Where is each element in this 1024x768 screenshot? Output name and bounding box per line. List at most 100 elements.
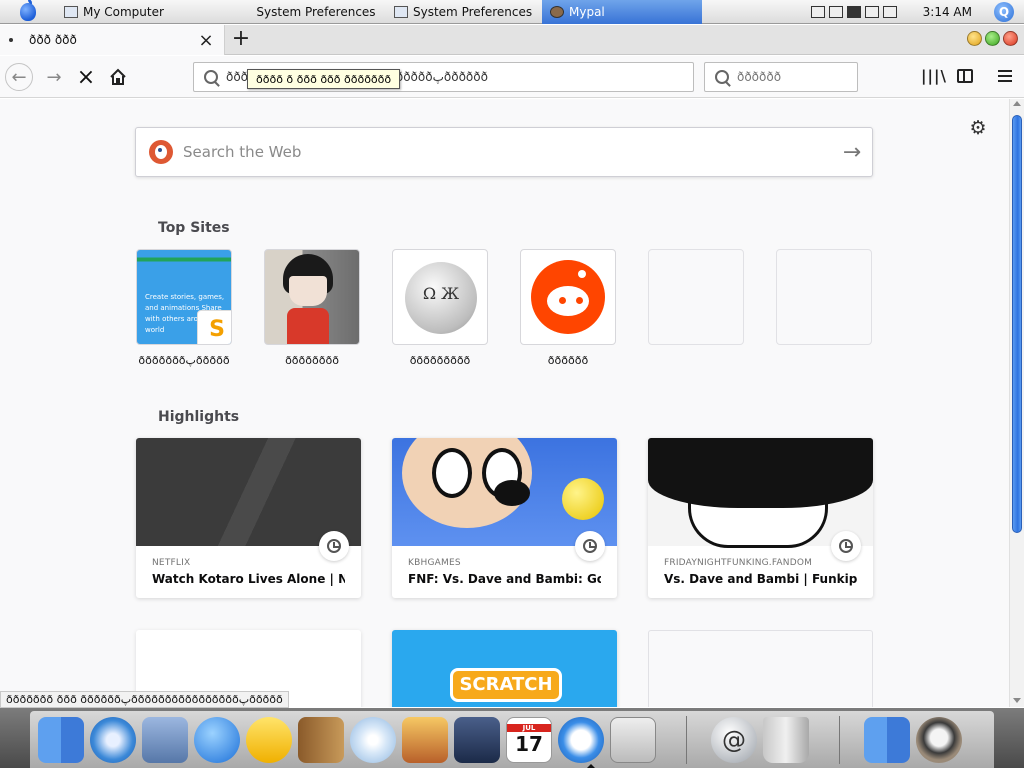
- taskbar-label: Mypal: [569, 4, 605, 19]
- finder-icon[interactable]: [864, 716, 910, 763]
- tab-active[interactable]: ððð ððð ×: [0, 25, 225, 55]
- ical-month: JUL: [507, 723, 551, 732]
- new-tab-page: ⚙ Search the Web → Top Sites Create stor…: [0, 99, 1009, 707]
- top-site-label[interactable]: ðððððððپððððð: [136, 354, 232, 367]
- itunes-icon[interactable]: [350, 716, 396, 763]
- imovie-icon[interactable]: [454, 716, 500, 763]
- keyboard-icon[interactable]: [810, 5, 825, 18]
- new-tab-button[interactable]: +: [228, 27, 254, 53]
- scrollbar-thumb[interactable]: [1012, 115, 1022, 533]
- spotlight-search-icon[interactable]: Q: [994, 1, 1014, 22]
- quicktime-icon[interactable]: [558, 716, 604, 763]
- system-preferences-icon[interactable]: [610, 716, 656, 763]
- flag-icon[interactable]: [882, 5, 897, 18]
- top-sites-heading: Top Sites: [158, 220, 230, 236]
- home-button[interactable]: [104, 63, 132, 91]
- tab-strip: ððð ððð × +: [0, 25, 1024, 55]
- highlight-card[interactable]: KBHGAMES FNF: Vs. Dave and Bambi: Golde.…: [392, 438, 617, 598]
- system-menubar: My Computer System Preferences System Pr…: [0, 0, 1024, 24]
- sidebar-toggle-icon[interactable]: [955, 66, 975, 86]
- ichat-icon[interactable]: [194, 716, 240, 763]
- taskbar-system-preferences-2[interactable]: System Preferences: [386, 0, 542, 24]
- taskbar-system-preferences[interactable]: System Preferences: [246, 0, 386, 24]
- top-site-tile[interactable]: Create stories, games, and animations Sh…: [136, 249, 232, 345]
- highlight-title: Vs. Dave and Bambi | Funkipedia...: [664, 572, 857, 586]
- close-window-button[interactable]: [1003, 31, 1018, 46]
- address-book-icon[interactable]: [298, 716, 344, 763]
- home-icon: [110, 68, 126, 85]
- network-icon[interactable]: [864, 5, 879, 18]
- search-engine-input[interactable]: [737, 70, 847, 84]
- library-icon[interactable]: |||\: [921, 66, 946, 86]
- highlight-card[interactable]: SCRATCH: [392, 630, 617, 707]
- top-site-label[interactable]: ðððððð: [520, 354, 616, 367]
- highlights-heading: Highlights: [158, 409, 240, 425]
- highlight-title: Watch Kotaro Lives Alone | Netf...: [152, 572, 345, 586]
- wikipedia-globe-icon: Ω Ж: [405, 262, 477, 334]
- volume-icon[interactable]: [846, 5, 861, 18]
- dock-separator: [686, 715, 687, 764]
- gear-icon[interactable]: ⚙: [968, 118, 988, 138]
- window-controls: [967, 31, 1018, 46]
- top-site-tile-empty[interactable]: [776, 249, 872, 345]
- navigation-toolbar: ← → × ððððð ð ððð ððð ðððððððپ ðððððپððð…: [0, 56, 1024, 98]
- apple-menu-icon[interactable]: [0, 0, 56, 24]
- search-icon: [204, 70, 218, 84]
- history-clock-icon: [319, 531, 349, 561]
- mail-icon[interactable]: [142, 716, 188, 763]
- highlight-card[interactable]: NETFLIX Watch Kotaro Lives Alone | Netf.…: [136, 438, 361, 598]
- safari-icon[interactable]: [90, 716, 136, 763]
- vertical-scrollbar[interactable]: [1009, 99, 1024, 707]
- finder-icon[interactable]: [38, 716, 84, 763]
- dock-separator: [839, 715, 840, 764]
- taskbar-label: My Computer: [83, 4, 164, 19]
- battery-icon[interactable]: [828, 5, 843, 18]
- top-site-tile[interactable]: [520, 249, 616, 345]
- top-site-label[interactable]: ðððððððð: [264, 354, 360, 367]
- back-button[interactable]: ←: [5, 63, 33, 91]
- mypal-raccoon-icon[interactable]: [916, 716, 962, 763]
- preferences-icon: [394, 5, 408, 18]
- taskbar-mypal[interactable]: Mypal: [542, 0, 702, 24]
- tab-title: ððð ððð: [29, 33, 77, 47]
- taskbar-my-computer[interactable]: My Computer: [56, 0, 246, 24]
- top-site-tile-empty[interactable]: [648, 249, 744, 345]
- scroll-up-arrow-icon[interactable]: [1013, 101, 1021, 106]
- ical-icon[interactable]: JUL 17: [506, 716, 552, 763]
- mail-at-icon[interactable]: @: [711, 716, 757, 763]
- top-site-tile[interactable]: Ω Ж: [392, 249, 488, 345]
- computer-icon: [64, 5, 78, 18]
- trash-icon[interactable]: [763, 716, 809, 763]
- top-site-label[interactable]: ððððððððð: [392, 354, 488, 367]
- highlight-card-empty[interactable]: [648, 630, 873, 707]
- highlight-card[interactable]: FRIDAYNIGHTFUNKING.FANDOM Vs. Dave and B…: [648, 438, 873, 598]
- highlight-thumbnail: [648, 438, 873, 548]
- search-bar[interactable]: [704, 62, 858, 92]
- clock[interactable]: 3:14 AM: [923, 5, 972, 19]
- highlight-host: FRIDAYNIGHTFUNKING.FANDOM: [664, 558, 813, 568]
- status-bar: ððððððð ððð ððððððپððððððððððððððððپðððð…: [0, 691, 289, 708]
- history-clock-icon: [831, 531, 861, 561]
- highlight-host: NETFLIX: [152, 558, 191, 568]
- web-search-box[interactable]: Search the Web →: [135, 127, 873, 177]
- taskbar-label: System Preferences: [256, 4, 376, 19]
- forward-button[interactable]: →: [40, 63, 68, 91]
- aim-icon[interactable]: [246, 716, 292, 763]
- hamburger-menu-icon[interactable]: [995, 66, 1015, 86]
- highlight-thumbnail: [392, 438, 617, 546]
- tab-close-icon[interactable]: ×: [196, 30, 216, 51]
- iphoto-icon[interactable]: [402, 716, 448, 763]
- history-clock-icon: [575, 531, 605, 561]
- highlight-host: KBHGAMES: [408, 558, 461, 568]
- ical-day: 17: [515, 731, 543, 756]
- scroll-down-arrow-icon[interactable]: [1013, 698, 1021, 703]
- dock-shelf: JUL 17 @: [30, 711, 994, 768]
- scratch-logo: SCRATCH: [450, 668, 562, 702]
- mypal-icon: [550, 5, 564, 18]
- web-search-input[interactable]: Search the Web: [183, 143, 832, 161]
- maximize-button[interactable]: [985, 31, 1000, 46]
- stop-loading-button[interactable]: ×: [72, 63, 100, 91]
- minimize-button[interactable]: [967, 31, 982, 46]
- arrow-right-icon[interactable]: →: [832, 140, 872, 165]
- top-site-tile[interactable]: [264, 249, 360, 345]
